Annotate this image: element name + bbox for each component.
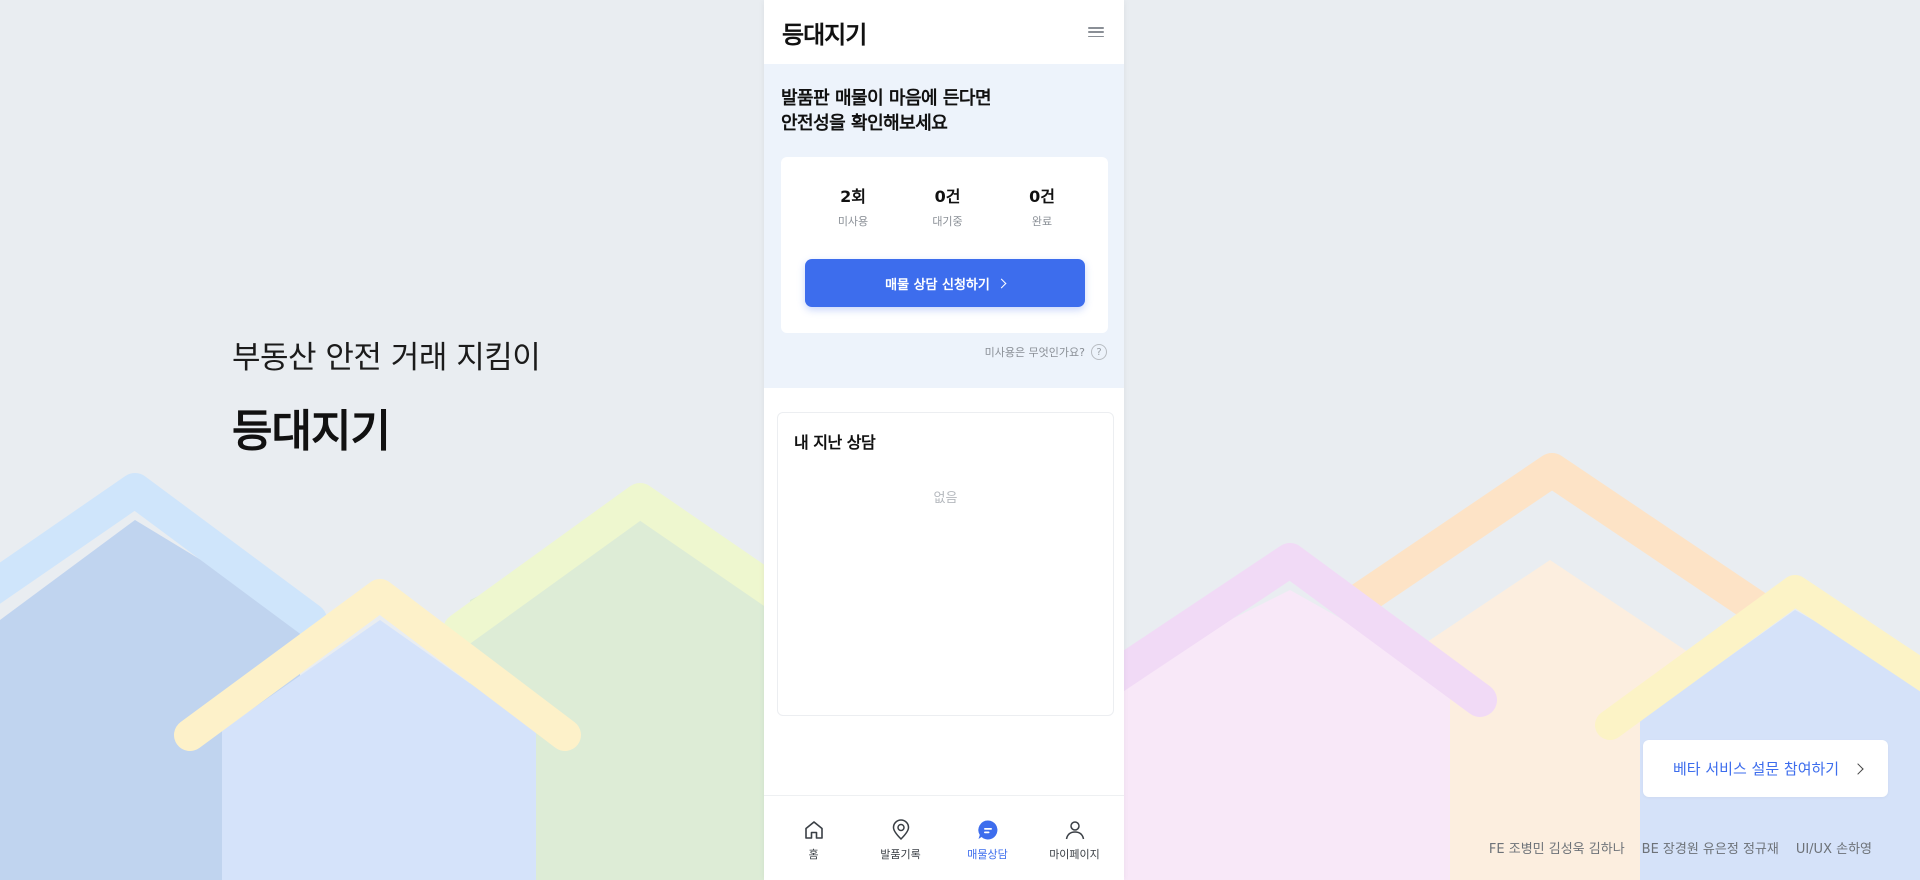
request-consultation-button[interactable]: 매물 상담 신청하기 (805, 259, 1085, 307)
app-logo[interactable]: 등대지기 (782, 15, 867, 50)
chevron-right-icon (996, 278, 1007, 289)
tab-label: 홈 (808, 848, 819, 861)
stat-value: 2회 (840, 187, 866, 206)
hero-title-line2: 안전성을 확인해보세요 (781, 113, 948, 134)
beta-survey-button[interactable]: 베타 서비스 설문 참여하기 (1643, 740, 1888, 797)
stat-value: 0건 (1029, 187, 1055, 206)
user-icon (1065, 821, 1084, 840)
tab-field-records[interactable]: 발품기록 (861, 796, 941, 880)
home-icon (804, 821, 823, 839)
consultation-stats-card: 2회 미사용 0건 대기중 0건 완료 매물 상담 신청하기 (781, 157, 1108, 333)
chevron-right-icon (1852, 762, 1864, 775)
location-pin-icon (892, 819, 909, 841)
intro-brand: 등대지기 (232, 406, 391, 457)
stat-label: 완료 (1031, 215, 1053, 228)
question-circle-icon[interactable]: ? (1091, 344, 1107, 360)
bottom-tab-bar: 홈 발품기록 매물상담 마이페이지 (764, 795, 1124, 880)
intro-tagline: 부동산 안전 거래 지킴이 (232, 340, 541, 376)
beta-survey-label: 베타 서비스 설문 참여하기 (1673, 760, 1840, 778)
stat-label: 미사용 (837, 215, 869, 228)
stat-pending: 0건 대기중 (918, 183, 978, 229)
hero-section: 발품판 매물이 마음에 든다면 안전성을 확인해보세요 2회 미사용 0건 대기… (764, 64, 1124, 388)
credit-fe: FE 조병민 김성욱 김하나 (1488, 842, 1625, 857)
tab-mypage[interactable]: 마이페이지 (1035, 796, 1115, 880)
intro-section: 부동산 안전 거래 지킴이 등대지기 (232, 332, 541, 459)
app-header: 등대지기 (764, 0, 1124, 64)
credit-be: BE 장경원 유은정 정규재 (1641, 842, 1779, 857)
hero-title-line1: 발품판 매물이 마음에 든다면 (781, 88, 992, 109)
stat-unused: 2회 미사용 (823, 183, 883, 229)
stat-completed: 0건 완료 (1012, 183, 1072, 229)
chat-bubble-icon (977, 820, 997, 840)
tab-label: 발품기록 (880, 848, 921, 861)
unused-help-text: 미사용은 무엇인가요? (984, 346, 1085, 359)
hamburger-menu-icon[interactable] (1088, 25, 1104, 39)
empty-state-text: 없음 (933, 491, 958, 506)
hero-title: 발품판 매물이 마음에 든다면 안전성을 확인해보세요 (781, 86, 1108, 136)
stats-row: 2회 미사용 0건 대기중 0건 완료 (805, 183, 1084, 229)
tab-consultation[interactable]: 매물상담 (948, 796, 1028, 880)
past-consultations-card: 내 지난 상담 없음 (777, 412, 1114, 716)
tab-label: 매물상담 (967, 848, 1008, 861)
past-consultations-title: 내 지난 상담 (794, 433, 876, 452)
request-consultation-label: 매물 상담 신청하기 (885, 277, 990, 293)
unused-help-row[interactable]: 미사용은 무엇인가요? ? (781, 344, 1108, 360)
tab-label: 마이페이지 (1049, 848, 1100, 861)
stat-label: 대기중 (932, 215, 963, 228)
mobile-app-frame: 등대지기 발품판 매물이 마음에 든다면 안전성을 확인해보세요 2회 미사용 … (764, 0, 1124, 880)
credit-uiux: UI/UX 손하영 (1795, 842, 1872, 857)
tab-home[interactable]: 홈 (774, 796, 854, 880)
team-credits: FE 조병민 김성욱 김하나 BE 장경원 유은정 정규재 UI/UX 손하영 (1489, 838, 1872, 857)
stat-value: 0건 (934, 187, 961, 206)
